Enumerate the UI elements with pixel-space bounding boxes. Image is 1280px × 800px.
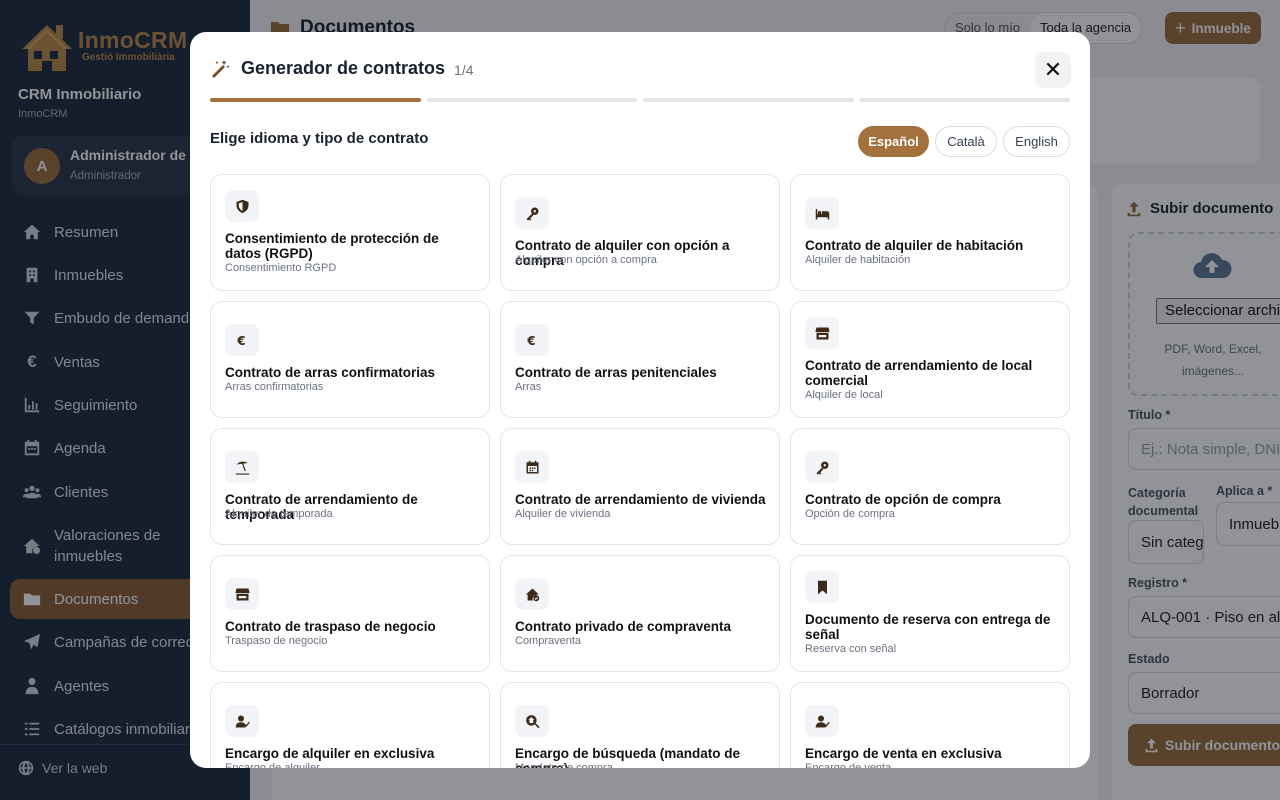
contract-card-subtitle: Traspaso de negocio (225, 635, 328, 647)
language-ca-button[interactable]: Català (935, 126, 997, 157)
calendar-icon (515, 451, 549, 483)
contract-generator-modal: Generador de contratos 1/4 ✕ Elige idiom… (190, 32, 1090, 768)
shield-icon (225, 190, 259, 222)
close-icon: ✕ (1043, 57, 1063, 82)
progress-step (426, 98, 637, 102)
contract-card-subtitle: Opción de compra (805, 508, 895, 520)
bed-icon (805, 197, 839, 229)
contract-card[interactable]: Encargo de alquiler en exclusiva Encargo … (210, 682, 490, 768)
house-check-icon (515, 578, 549, 610)
contract-card[interactable]: Contrato de arrendamiento de vivienda Alq… (500, 428, 780, 545)
search-house-icon (515, 705, 549, 737)
contract-card-title: Contrato de traspaso de negocio (225, 619, 436, 634)
contract-card-subtitle: Reserva con señal (805, 643, 897, 655)
close-button[interactable]: ✕ (1035, 52, 1071, 88)
user-check-icon (225, 705, 259, 737)
contract-card-title: Contrato de arrendamiento de local comer… (805, 358, 1033, 388)
contract-card-title: Contrato de arrendamiento de vivienda (515, 492, 766, 507)
store-icon (225, 578, 259, 610)
contract-card[interactable]: Contrato de alquiler con opción a compra… (500, 174, 780, 291)
contract-card-title: Contrato privado de compraventa (515, 619, 732, 634)
language-en-button[interactable]: English (1003, 126, 1070, 157)
contract-card-title: Encargo de alquiler en exclusiva (225, 746, 435, 761)
bookmark-icon (805, 571, 839, 603)
contract-card[interactable]: Encargo de venta en exclusiva Encargo de … (790, 682, 1070, 768)
contract-card[interactable]: € Contrato de arras confirmatorias Arras c… (210, 301, 490, 418)
contract-card-title: Contrato de opción de compra (805, 492, 1001, 507)
contract-card-title: Contrato de alquiler de habitación (805, 238, 1024, 253)
progress-step (210, 98, 421, 102)
store-icon (805, 317, 839, 349)
contract-card[interactable]: Encargo de búsqueda (mandato de compra)M… (500, 682, 780, 768)
key-icon (805, 451, 839, 483)
contract-card-title: Documento de reserva con entrega de seña… (805, 612, 1051, 642)
progress-step (643, 98, 854, 102)
svg-text:€: € (526, 334, 535, 348)
contract-card-subtitle: Alquiler de vivienda (515, 508, 611, 520)
modal-title: Generador de contratos (241, 58, 446, 78)
language-es-button[interactable]: Español (858, 126, 929, 157)
contract-card-title: Contrato de arras penitenciales (515, 365, 717, 380)
contract-card[interactable]: Contrato de arrendamiento de local comer… (790, 301, 1070, 418)
modal-subtitle: Elige idioma y tipo de contrato (210, 130, 429, 147)
progress-step (859, 98, 1070, 102)
modal-step-counter: 1/4 (454, 61, 474, 78)
contract-card-title: Contrato de arras confirmatorias (225, 365, 436, 380)
contract-card[interactable]: Contrato privado de compraventa Compraven… (500, 555, 780, 672)
contract-card-title: Encargo de venta en exclusiva (805, 746, 1002, 761)
modal-header: Generador de contratos 1/4 (210, 58, 474, 79)
euro-icon: € (225, 324, 259, 356)
contract-card-subtitle: Alquiler de temporada (225, 508, 333, 520)
umbrella-beach-icon (225, 451, 259, 483)
contract-card-subtitle: Compraventa (515, 635, 582, 647)
step-progress (210, 98, 1070, 102)
contract-card-subtitle: Alquiler de local (805, 389, 883, 401)
contract-card[interactable]: Contrato de traspaso de negocio Traspaso … (210, 555, 490, 672)
magic-wand-icon (212, 59, 230, 78)
contract-card[interactable]: Documento de reserva con entrega de seña… (790, 555, 1070, 672)
contract-card[interactable]: Consentimiento de protección de datos (R… (210, 174, 490, 291)
contract-card[interactable]: € Contrato de arras penitenciales Arras (500, 301, 780, 418)
contract-card-subtitle: Consentimiento RGPD (225, 262, 337, 274)
contract-card[interactable]: Contrato de alquiler de habitación Alquil… (790, 174, 1070, 291)
contract-card-subtitle: Arras confirmatorias (225, 381, 324, 393)
key-icon (515, 197, 549, 229)
contract-card-subtitle: Mandato de compra (515, 762, 613, 768)
user-check-icon (805, 705, 839, 737)
euro-icon: € (515, 324, 549, 356)
contract-card-subtitle: Encargo de alquiler (225, 762, 320, 768)
svg-text:€: € (236, 334, 245, 348)
contract-card-subtitle: Arras (515, 381, 542, 393)
contract-card-subtitle: Alquiler de habitación (805, 254, 911, 266)
contract-card[interactable]: Contrato de opción de compra Opción de co… (790, 428, 1070, 545)
contract-card-subtitle: Alquiler con opción a compra (515, 254, 657, 266)
contract-card-subtitle: Encargo de venta (805, 762, 892, 768)
contract-card[interactable]: Contrato de arrendamiento de temporada Al… (210, 428, 490, 545)
contract-card-title: Consentimiento de protección de datos (R… (225, 231, 439, 261)
